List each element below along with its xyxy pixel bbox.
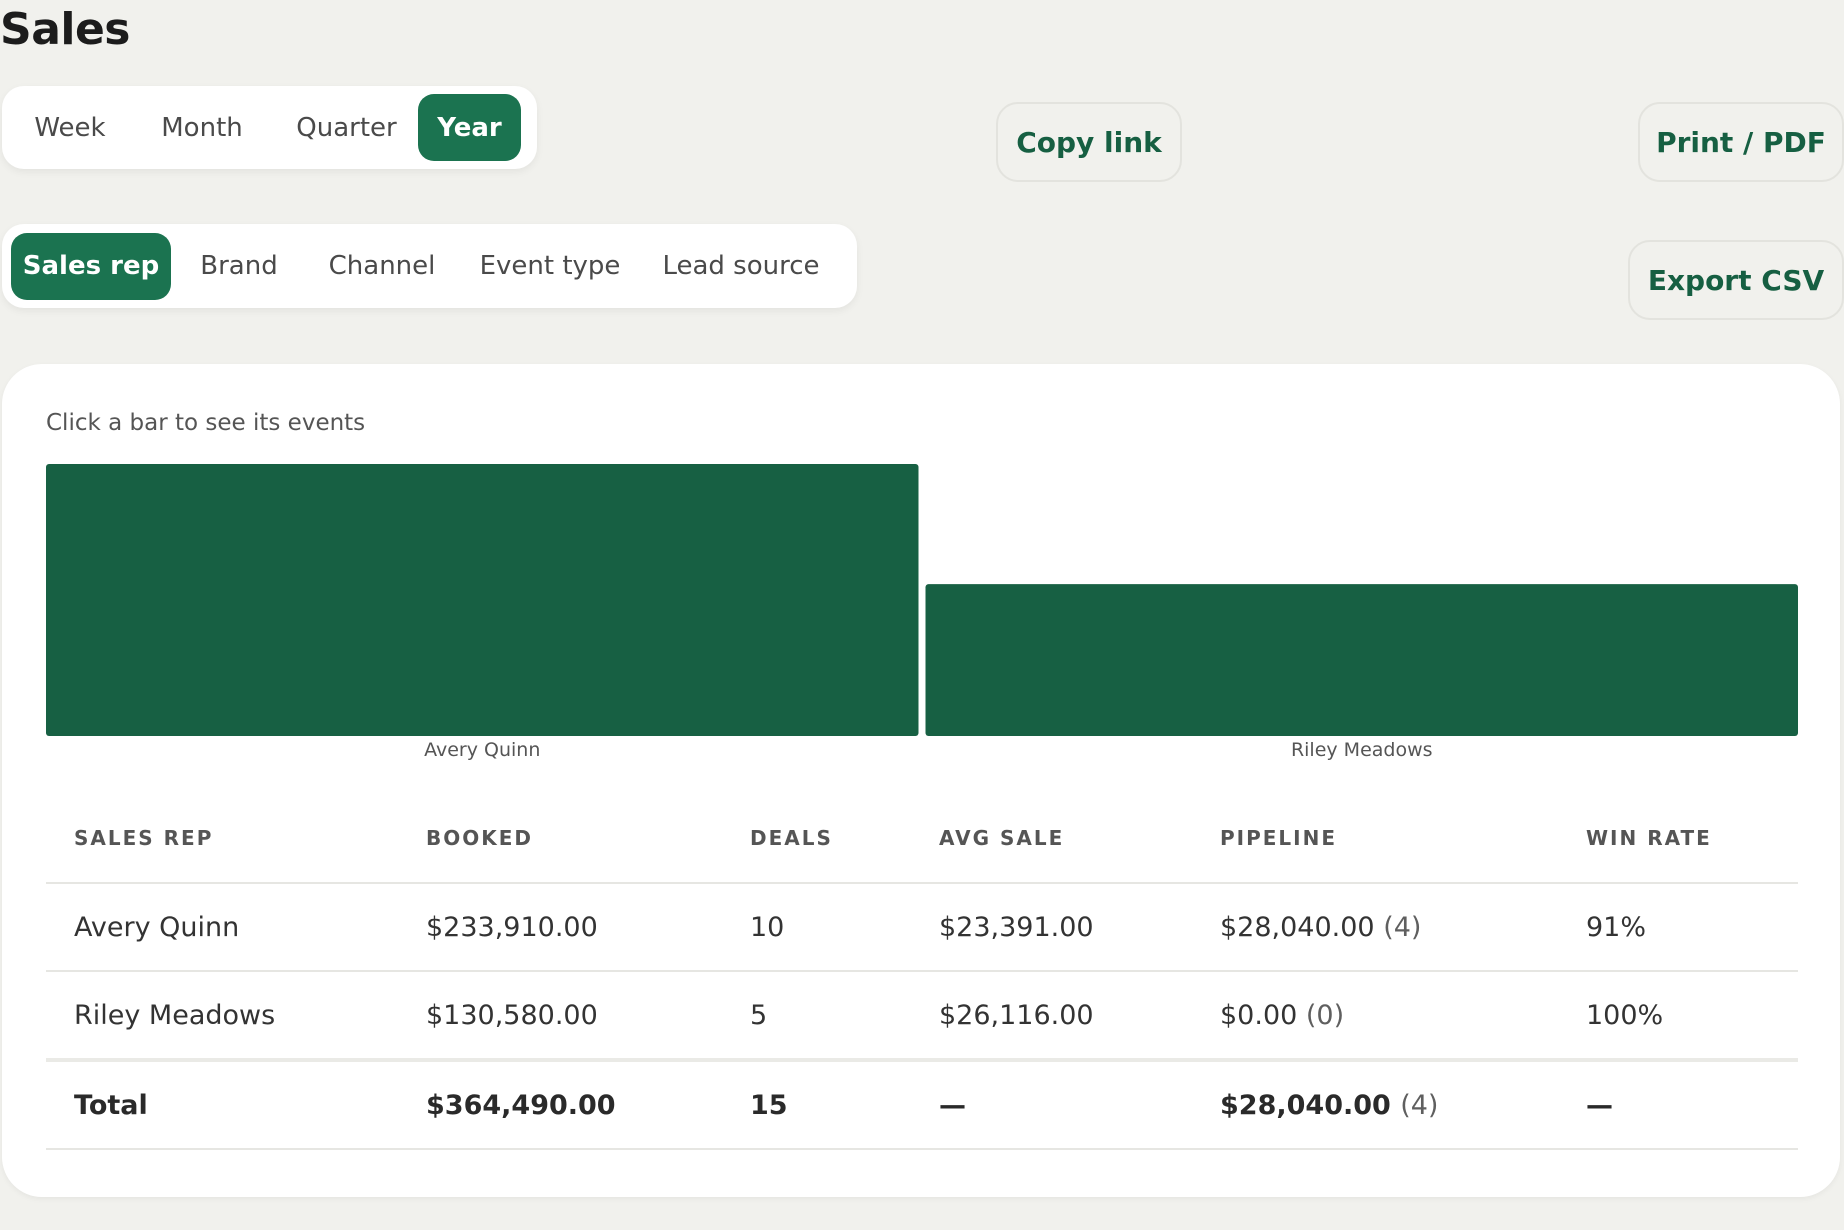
sales-bar-chart: Avery Quinn Riley Meadows bbox=[46, 464, 1799, 761]
total-label: Total bbox=[46, 1058, 398, 1150]
sales-table: SALES REP BOOKED DEALS AVG SALE PIPELINE… bbox=[46, 794, 1798, 1150]
col-pipeline[interactable]: PIPELINE bbox=[1192, 794, 1558, 884]
pipeline-count: (0) bbox=[1305, 999, 1345, 1031]
total-pipeline: $28,040.00 (4) bbox=[1192, 1058, 1558, 1150]
page-title: Sales bbox=[0, 4, 131, 55]
cell-booked: $130,580.00 bbox=[398, 971, 722, 1061]
table-row[interactable]: Riley Meadows $130,580.00 5 $26,116.00 $… bbox=[46, 971, 1798, 1061]
col-booked[interactable]: BOOKED bbox=[398, 794, 722, 884]
col-sales-rep[interactable]: SALES REP bbox=[46, 794, 398, 884]
sales-card: Click a bar to see its events Avery Quin… bbox=[2, 364, 1840, 1197]
bar-riley-meadows[interactable] bbox=[925, 584, 1799, 736]
cell-rep: Avery Quinn bbox=[46, 883, 398, 972]
col-avg-sale[interactable]: AVG SALE bbox=[911, 794, 1192, 884]
pipeline-amount: $28,040.00 bbox=[1220, 911, 1375, 943]
cell-deals: 10 bbox=[722, 883, 911, 972]
tab-quarter[interactable]: Quarter bbox=[275, 94, 418, 161]
cell-win-rate: 100% bbox=[1558, 971, 1798, 1061]
tab-channel[interactable]: Channel bbox=[307, 233, 457, 300]
total-win-rate: — bbox=[1558, 1058, 1798, 1150]
pipeline-amount: $28,040.00 bbox=[1220, 1089, 1391, 1121]
tab-brand[interactable]: Brand bbox=[171, 233, 307, 300]
cell-deals: 5 bbox=[722, 971, 911, 1061]
col-win-rate[interactable]: WIN RATE bbox=[1558, 794, 1798, 884]
export-csv-button[interactable]: Export CSV bbox=[1628, 240, 1844, 320]
total-booked: $364,490.00 bbox=[398, 1058, 722, 1150]
tab-year[interactable]: Year bbox=[418, 94, 521, 161]
group-by-tabs: Sales rep Brand Channel Event type Lead … bbox=[2, 224, 857, 308]
tab-week[interactable]: Week bbox=[11, 94, 129, 161]
bar-label: Avery Quinn bbox=[424, 739, 540, 761]
cell-win-rate: 91% bbox=[1558, 883, 1798, 972]
cell-pipeline: $0.00 (0) bbox=[1192, 971, 1558, 1061]
tab-lead-source[interactable]: Lead source bbox=[643, 233, 839, 300]
copy-link-button[interactable]: Copy link bbox=[996, 102, 1182, 182]
table-row[interactable]: Avery Quinn $233,910.00 10 $23,391.00 $2… bbox=[46, 883, 1798, 972]
table-header-row: SALES REP BOOKED DEALS AVG SALE PIPELINE… bbox=[46, 794, 1798, 884]
chart-hint: Click a bar to see its events bbox=[46, 410, 366, 436]
tab-sales-rep[interactable]: Sales rep bbox=[11, 232, 171, 300]
col-deals[interactable]: DEALS bbox=[722, 794, 911, 884]
cell-avg-sale: $26,116.00 bbox=[911, 971, 1192, 1061]
bar-avery-quinn[interactable] bbox=[46, 464, 919, 736]
bar-label: Riley Meadows bbox=[1291, 739, 1433, 761]
pipeline-amount: $0.00 bbox=[1220, 999, 1298, 1031]
cell-booked: $233,910.00 bbox=[398, 883, 722, 972]
period-tabs: Week Month Quarter Year bbox=[2, 86, 537, 169]
table-total-row: Total $364,490.00 15 — $28,040.00 (4) — bbox=[46, 1058, 1798, 1150]
cell-pipeline: $28,040.00 (4) bbox=[1192, 883, 1558, 972]
print-pdf-button[interactable]: Print / PDF bbox=[1638, 102, 1844, 182]
tab-month[interactable]: Month bbox=[129, 94, 275, 161]
tab-event-type[interactable]: Event type bbox=[457, 233, 643, 300]
total-avg-sale: — bbox=[911, 1058, 1192, 1150]
pipeline-count: (4) bbox=[1383, 911, 1422, 943]
total-deals: 15 bbox=[722, 1058, 911, 1150]
pipeline-count: (4) bbox=[1400, 1089, 1439, 1121]
cell-rep: Riley Meadows bbox=[46, 971, 398, 1061]
cell-avg-sale: $23,391.00 bbox=[911, 883, 1192, 972]
